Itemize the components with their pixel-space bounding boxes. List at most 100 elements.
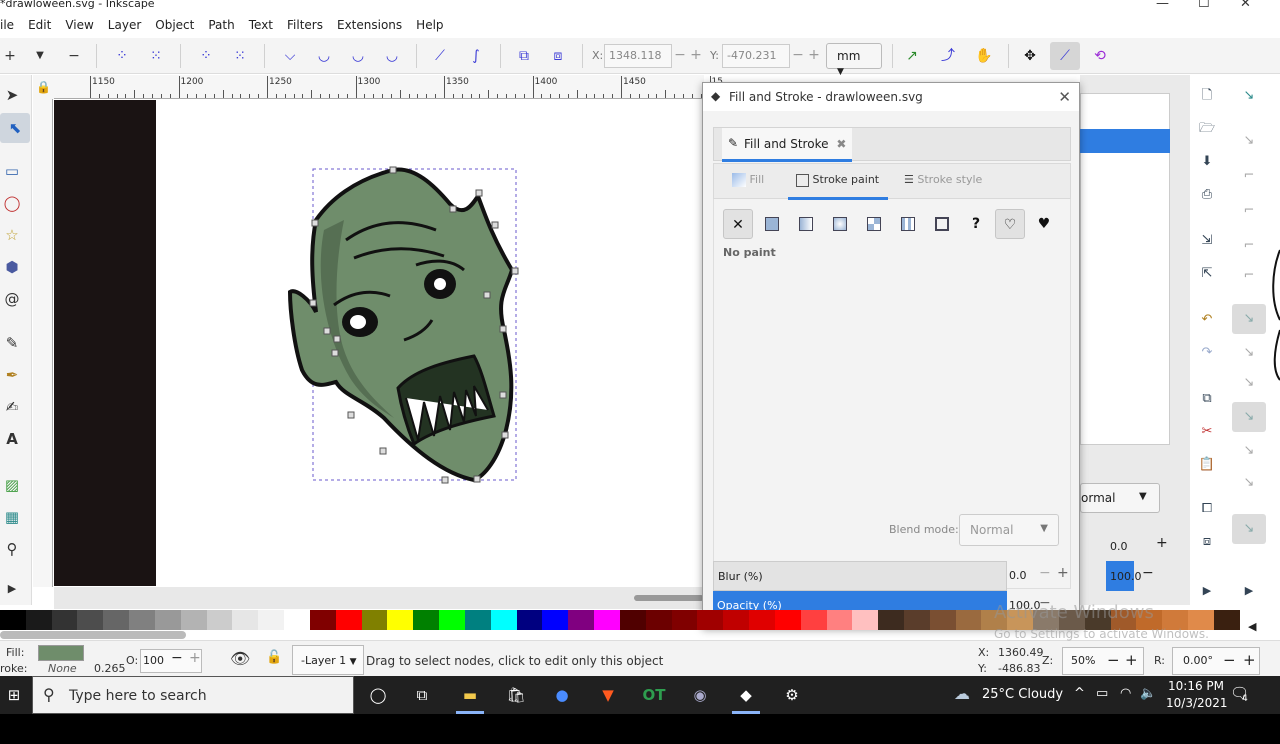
zoom-app-icon[interactable]: ● [548,682,576,708]
palette-swatch[interactable] [361,610,388,630]
store-icon[interactable]: 🛍 [502,682,530,708]
clock-date[interactable]: 10/3/2021 [1166,696,1228,710]
palette-swatch[interactable] [25,610,52,630]
tab-fill[interactable]: Fill [732,173,764,187]
mesh-tool-icon[interactable]: ▦ [0,505,24,529]
menu-view[interactable]: View [58,18,100,32]
snap-mid-icon[interactable]: ⌐ [1238,265,1260,287]
stroke-width-value[interactable]: 0.265 [94,662,126,675]
snap-expand-icon[interactable]: ▶ [1238,580,1260,602]
blur-increment-button[interactable]: + [1057,565,1069,581]
delete-node-icon[interactable]: − [64,46,84,66]
snap-center-icon[interactable]: ⌐ [1238,235,1260,257]
palette-swatch[interactable] [671,610,698,630]
save-icon[interactable]: ⬇ [1196,151,1218,173]
palette-swatch[interactable] [413,610,440,630]
join-segment-icon[interactable]: ⁘ [196,46,216,66]
snap-paths-icon[interactable]: ↘ [1238,342,1260,364]
dialog-title-bar[interactable]: ◆ Fill and Stroke - drawloween.svg ✕ [703,83,1079,111]
snap-line-mid-icon[interactable]: ↘ [1238,440,1260,462]
layer-lock-icon[interactable]: 🔓 [266,650,282,665]
redo-icon[interactable]: ↷ [1196,342,1218,364]
palette-swatch[interactable] [232,610,259,630]
file-explorer-icon[interactable]: ▬ [456,682,484,708]
zoom-out-button[interactable]: − [1107,651,1120,669]
canvas-horizontal-scrollbar[interactable] [54,587,704,609]
y-decrement-button[interactable]: − [790,44,806,68]
node-cusp-icon[interactable]: ⌵ [280,46,300,66]
cut-icon[interactable]: ✂ [1196,421,1218,443]
ellipse-tool-icon[interactable]: ◯ [0,191,24,215]
y-increment-button[interactable]: + [806,44,822,68]
snap-corners-icon[interactable]: ⌐ [1238,200,1260,222]
layer-select[interactable]: -Layer 1 ▼ [292,645,364,675]
snap-bbox-icon[interactable]: ↘ [1238,130,1260,152]
rotation-decrement-button[interactable]: − [1223,651,1236,669]
weather-text[interactable]: 25°C Cloudy [982,687,1063,702]
drawing-canvas[interactable] [54,100,704,586]
snap-object-mid-icon[interactable]: ↘ [1238,472,1260,494]
palette-swatch[interactable] [929,610,956,630]
rotation-input[interactable]: 0.00° − + [1172,647,1260,675]
minimize-button[interactable]: — [1156,0,1169,11]
palette-swatch[interactable] [516,610,543,630]
node-auto-icon[interactable]: ◡ [382,46,402,66]
palette-swatch[interactable] [206,610,233,630]
export-icon[interactable]: ⇱ [1196,263,1218,285]
dialog-close-icon[interactable]: ✕ [1058,88,1071,106]
palette-swatch[interactable] [387,610,414,630]
fill-rule-evenodd-button[interactable]: ♡ [995,209,1025,239]
inkscape-taskbar-icon[interactable]: ◆ [732,682,760,708]
layer-blur-value[interactable]: 0.0 [1110,540,1128,553]
palette-swatch[interactable] [749,610,775,630]
scrollbar-thumb[interactable] [634,595,704,601]
palette-swatch[interactable] [619,610,646,630]
menu-help[interactable]: Help [409,18,450,32]
pencil-tool-icon[interactable]: ✎ [0,331,24,355]
palette-scroll-icon[interactable]: ◀ [1248,620,1256,633]
mask-icon[interactable]: ✋ [974,46,994,66]
palette-swatch[interactable] [129,610,155,630]
layer-opacity-value[interactable]: 100.0 [1110,570,1142,583]
palette-swatch[interactable] [568,610,595,630]
segment-curve-icon[interactable]: ∫ [466,46,486,66]
new-document-icon[interactable]: 🗋 [1196,85,1218,107]
gradient-tool-icon[interactable]: ▨ [0,473,24,497]
pattern-button[interactable] [893,209,923,239]
palette-swatch[interactable] [258,610,285,630]
palette-swatch[interactable] [77,610,104,630]
star-tool-icon[interactable]: ☆ [0,223,24,247]
blur-value[interactable]: 0.0 [1009,569,1027,582]
blur-decrement-button[interactable]: − [1039,565,1051,581]
menu-edit[interactable]: Edit [21,18,58,32]
clock-time[interactable]: 10:16 PM [1168,679,1224,693]
clone-icon[interactable]: ⧈ [1196,531,1218,553]
object-to-path-icon[interactable]: ⧉ [514,46,534,66]
opacity-status-input[interactable]: 100− + [140,649,202,673]
tab-stroke-style[interactable]: ☰ Stroke style [904,173,982,186]
insert-menu-chevron-icon[interactable]: ▼ [30,46,50,66]
cortana-icon[interactable]: ◯ [364,682,392,708]
print-icon[interactable]: ⎙ [1196,184,1218,206]
weather-cloud-icon[interactable]: ☁ [954,684,970,703]
snap-edges-icon[interactable]: ⌐ [1238,165,1260,187]
x-decrement-button[interactable]: − [672,44,688,68]
palette-swatch[interactable] [335,610,362,630]
copy-icon[interactable]: ⧉ [1196,388,1218,410]
linear-gradient-button[interactable] [791,209,821,239]
opacity-status-decrement[interactable]: − [171,650,183,666]
flat-color-button[interactable] [757,209,787,239]
join-nodes-icon[interactable]: ⁘ [112,46,132,66]
palette-swatch[interactable] [800,610,827,630]
zoom-input[interactable]: 50% − + [1062,647,1144,675]
palette-swatch[interactable] [284,610,310,630]
palette-swatch[interactable] [903,610,930,630]
menu-path[interactable]: Path [201,18,241,32]
maximize-button[interactable]: ☐ [1198,0,1210,11]
palette-swatch[interactable] [878,610,904,630]
stroke-to-path-icon[interactable]: ⧈ [548,46,568,66]
toolbox-expand-icon[interactable]: ▶ [0,577,24,601]
delete-segment-icon[interactable]: ⁙ [230,46,250,66]
menu-layer[interactable]: Layer [101,18,148,32]
menu-file[interactable]: ile [0,18,21,32]
